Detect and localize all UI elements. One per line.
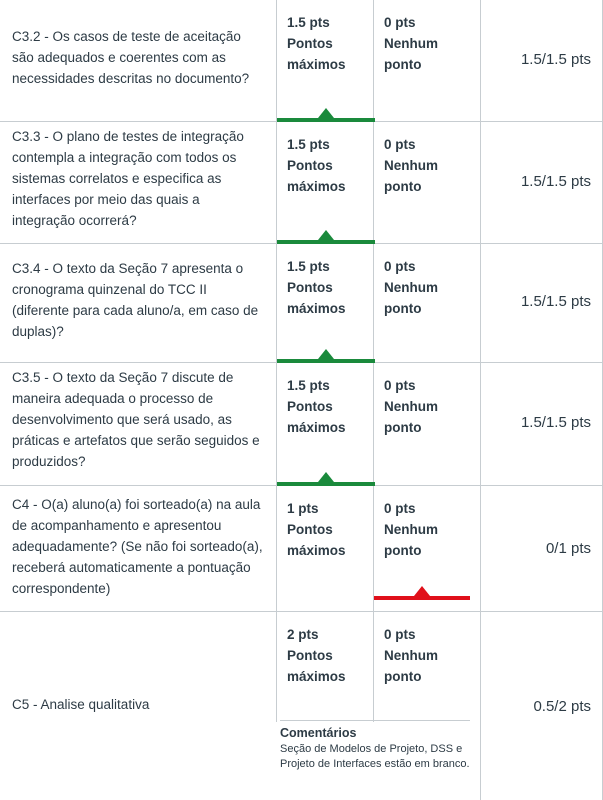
comments-title: Comentários bbox=[280, 726, 357, 740]
rating-none[interactable]: 0 pts Nenhum ponto bbox=[374, 122, 472, 244]
rating-points: 0 pts bbox=[384, 137, 416, 152]
criterion-score: 1.5/1.5 pts bbox=[520, 51, 591, 68]
rating-label: Pontos máximos bbox=[287, 36, 346, 72]
ratings-group: 1.5 pts Pontos máximos 0 pts Nenhum ponto bbox=[276, 0, 472, 122]
criterion-score: 0.5/2 pts bbox=[533, 698, 591, 715]
rating-label: Nenhum ponto bbox=[384, 158, 438, 194]
rating-points: 1.5 pts bbox=[287, 137, 330, 152]
rating-none[interactable]: 0 pts Nenhum ponto bbox=[374, 612, 472, 722]
rating-max[interactable]: 2 pts Pontos máximos bbox=[276, 612, 374, 722]
rating-max[interactable]: 1 pts Pontos máximos bbox=[276, 486, 374, 612]
rating-label: Pontos máximos bbox=[287, 648, 346, 684]
comments-block: Comentários Seção de Modelos de Projeto,… bbox=[280, 726, 470, 773]
rubric-row: C4 - O(a) aluno(a) foi sorteado(a) na au… bbox=[0, 486, 603, 612]
rating-none[interactable]: 0 pts Nenhum ponto bbox=[374, 363, 472, 486]
selected-triangle-icon bbox=[414, 586, 430, 596]
rating-label: Nenhum ponto bbox=[384, 522, 438, 558]
selected-triangle-icon bbox=[318, 349, 334, 359]
criterion-description: C4 - O(a) aluno(a) foi sorteado(a) na au… bbox=[12, 497, 263, 596]
rubric-row: C3.5 - O texto da Seção 7 discute de man… bbox=[0, 363, 603, 486]
selected-triangle-icon bbox=[318, 472, 334, 482]
rating-label: Nenhum ponto bbox=[384, 648, 438, 684]
rating-max[interactable]: 1.5 pts Pontos máximos bbox=[276, 122, 375, 244]
rating-points: 0 pts bbox=[384, 259, 416, 274]
selected-triangle-icon bbox=[318, 108, 334, 118]
rating-points: 1.5 pts bbox=[287, 15, 330, 30]
rating-none[interactable]: 0 pts Nenhum ponto bbox=[374, 244, 472, 363]
selected-indicator bbox=[374, 586, 470, 600]
rating-none[interactable]: 0 pts Nenhum ponto bbox=[374, 0, 472, 122]
rubric-row: C3.2 - Os casos de teste de aceitação sã… bbox=[0, 0, 603, 122]
comments-text: Seção de Modelos de Projeto, DSS e Proje… bbox=[280, 742, 470, 771]
rubric-table: C3.2 - Os casos de teste de aceitação sã… bbox=[0, 0, 603, 800]
criterion-score: 1.5/1.5 pts bbox=[520, 173, 591, 190]
ratings-group: 1 pts Pontos máximos 0 pts Nenhum ponto bbox=[276, 486, 472, 612]
rating-points: 0 pts bbox=[384, 501, 416, 516]
rating-points: 0 pts bbox=[384, 378, 416, 393]
rating-points: 0 pts bbox=[384, 15, 416, 30]
rating-points: 2 pts bbox=[287, 627, 319, 642]
comments-divider bbox=[280, 720, 470, 721]
selected-triangle-icon bbox=[318, 230, 334, 240]
rating-none[interactable]: 0 pts Nenhum ponto bbox=[374, 486, 472, 612]
rating-max[interactable]: 1.5 pts Pontos máximos bbox=[276, 244, 375, 363]
rubric-row: C3.3 - O plano de testes de integração c… bbox=[0, 122, 603, 244]
rating-label: Pontos máximos bbox=[287, 522, 346, 558]
rating-label: Nenhum ponto bbox=[384, 399, 438, 435]
rating-points: 1.5 pts bbox=[287, 259, 330, 274]
ratings-group: 1.5 pts Pontos máximos 0 pts Nenhum ponto bbox=[276, 363, 472, 486]
rating-label: Pontos máximos bbox=[287, 280, 346, 316]
criterion-score: 1.5/1.5 pts bbox=[520, 293, 591, 310]
rating-points: 0 pts bbox=[384, 627, 416, 642]
rating-max[interactable]: 1.5 pts Pontos máximos bbox=[276, 0, 375, 122]
rubric-row: C5 - Analise qualitativa 2 pts Pontos máx… bbox=[0, 612, 603, 800]
rating-points: 1 pts bbox=[287, 501, 319, 516]
criterion-description: C3.3 - O plano de testes de integração c… bbox=[12, 129, 244, 228]
criterion-description: C3.2 - Os casos de teste de aceitação sã… bbox=[12, 29, 250, 86]
ratings-group: 1.5 pts Pontos máximos 0 pts Nenhum ponto bbox=[276, 122, 472, 244]
rating-label: Pontos máximos bbox=[287, 158, 346, 194]
criterion-score: 1.5/1.5 pts bbox=[520, 414, 591, 431]
criterion-score: 0/1 pts bbox=[545, 540, 591, 557]
rating-max[interactable]: 1.5 pts Pontos máximos bbox=[276, 363, 375, 486]
criterion-description: C3.4 - O texto da Seção 7 apresenta o cr… bbox=[12, 261, 259, 339]
rating-label: Nenhum ponto bbox=[384, 280, 438, 316]
criterion-description: C5 - Analise qualitativa bbox=[12, 697, 150, 712]
rubric-row: C3.4 - O texto da Seção 7 apresenta o cr… bbox=[0, 244, 603, 363]
criterion-description: C3.5 - O texto da Seção 7 discute de man… bbox=[12, 370, 260, 469]
rating-label: Pontos máximos bbox=[287, 399, 346, 435]
rating-label: Nenhum ponto bbox=[384, 36, 438, 72]
ratings-group: 1.5 pts Pontos máximos 0 pts Nenhum ponto bbox=[276, 244, 472, 363]
rating-points: 1.5 pts bbox=[287, 378, 330, 393]
